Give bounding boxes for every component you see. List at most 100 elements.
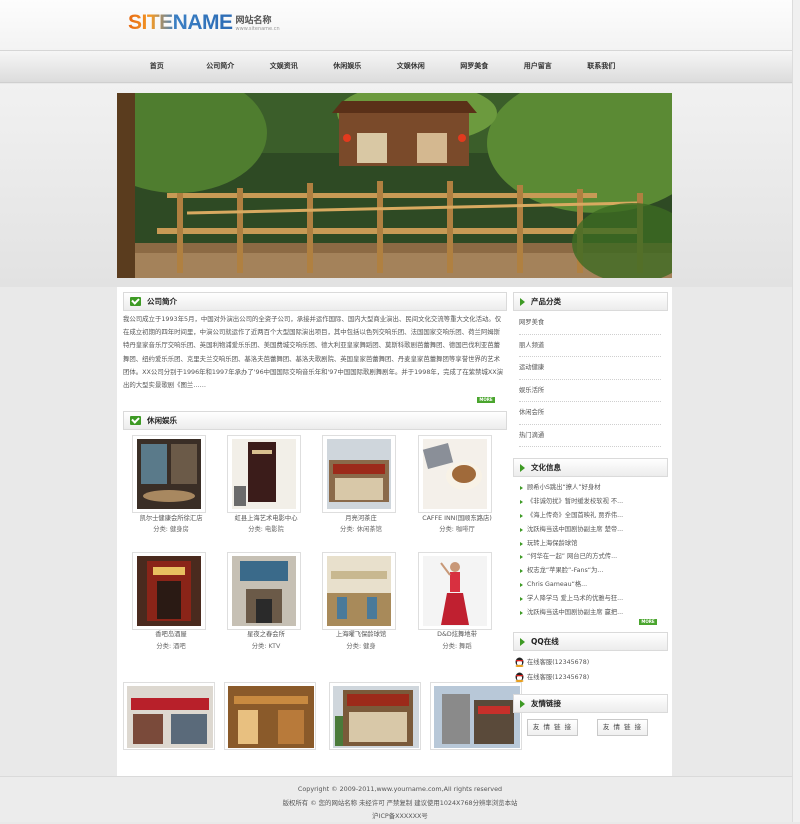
- culture-news-item[interactable]: Chris Gameau“格...: [520, 578, 662, 592]
- bullet-icon: [520, 555, 523, 560]
- nav-item-leisure[interactable]: 休闲娱乐: [316, 51, 380, 82]
- bullet-icon: [520, 610, 523, 615]
- product-category-item[interactable]: 娱乐活所: [519, 380, 661, 402]
- leisure-category-4: 分类: 咖啡厅: [439, 526, 475, 533]
- leisure-category-2: 分类: 电影院: [248, 526, 284, 533]
- culture-news-item[interactable]: 沈跃梅当选中国剧协副主席 楚帝...: [520, 523, 662, 537]
- leisure-name-8[interactable]: D&D炫舞地带: [402, 629, 512, 640]
- nav-item-guestbook[interactable]: 用户留言: [506, 51, 570, 82]
- check-icon: [130, 297, 141, 306]
- culture-news-item[interactable]: “何华在一起” 网台已的方式传...: [520, 550, 662, 564]
- main-nav: 首页 公司简介 文娱资讯 休闲娱乐 文娱休闲 网罗美食 用户留言 联系我们: [0, 50, 800, 83]
- leisure-category-3: 分类: 休闲茶馆: [340, 526, 382, 533]
- product-category-item[interactable]: 运动健康: [519, 357, 661, 380]
- culture-news-item[interactable]: 《非诚勿扰》暂时缓发校软视 不...: [520, 495, 662, 509]
- culture-news-item[interactable]: 《海上传奇》全国首映礼 贾乔伟...: [520, 509, 662, 523]
- intro-header: 公司简介: [123, 292, 507, 311]
- leisure-name-2[interactable]: 虹县上海艺术电影中心: [211, 513, 321, 524]
- qq-penguin-icon: [514, 671, 525, 682]
- nav-item-about[interactable]: 公司简介: [189, 51, 253, 82]
- friend-link-button[interactable]: 友 情 链 接: [597, 719, 648, 736]
- culture-header: 文化信息: [513, 458, 668, 477]
- bullet-icon: [520, 597, 523, 602]
- leisure-category-6: 分类: KTV: [251, 643, 281, 650]
- culture-news-item[interactable]: 权志龙“苹果脸”-Fans“为...: [520, 564, 662, 578]
- product-category-item[interactable]: 丽人频道: [519, 335, 661, 357]
- culture-more-button[interactable]: MORE: [639, 619, 657, 625]
- leisure-category-7: 分类: 健身: [346, 643, 376, 650]
- product-category-item[interactable]: 网罗美食: [519, 312, 661, 335]
- bullet-icon: [520, 499, 523, 504]
- leisure-name-7[interactable]: 上海曜飞保龄球馆: [306, 629, 416, 640]
- qq-title: QQ在线: [531, 637, 559, 646]
- culture-news-item[interactable]: 学人降学马 爱上马术的优雅与狂...: [520, 592, 662, 606]
- leisure-category-1: 分类: 健身房: [153, 526, 189, 533]
- culture-news-list: 顾希小S跳出“撩人”好身材 《非诚勿扰》暂时缓发校软视 不... 《海上传奇》全…: [520, 481, 662, 620]
- check-icon: [130, 416, 141, 425]
- bullet-icon: [520, 513, 523, 518]
- leisure-category-8: 分类: 舞蹈: [442, 643, 472, 650]
- logo-text: SITENAME: [128, 11, 233, 34]
- culture-title: 文化信息: [531, 463, 561, 472]
- bullet-icon: [520, 485, 523, 490]
- leisure-name-5[interactable]: 香吧岛酒屋: [116, 629, 226, 640]
- leisure-header: 休闲娱乐: [123, 411, 507, 430]
- qq-penguin-icon: [514, 656, 525, 667]
- leisure-title: 休闲娱乐: [147, 416, 177, 425]
- leisure-thumb-1[interactable]: [132, 435, 206, 513]
- intro-more-button[interactable]: MORE: [477, 397, 495, 403]
- bullet-icon: [520, 541, 523, 546]
- product-category-item[interactable]: 休闲会所: [519, 402, 661, 425]
- scrollbar[interactable]: [792, 0, 800, 822]
- leisure-name-1[interactable]: 凯尔士健康会所徐汇店: [116, 513, 226, 524]
- leisure-thumb-5[interactable]: [132, 552, 206, 630]
- culture-news-item[interactable]: 玩转上海保龄球馆: [520, 537, 662, 551]
- nav-item-culture-leisure[interactable]: 文娱休闲: [379, 51, 443, 82]
- bullet-icon: [520, 527, 523, 532]
- nav-item-contact[interactable]: 联系我们: [570, 51, 634, 82]
- nav-item-news[interactable]: 文娱资讯: [252, 51, 316, 82]
- product-category-list: 网罗美食 丽人频道 运动健康 娱乐活所 休闲会所 热门滴通: [519, 312, 661, 447]
- nav-item-home[interactable]: 首页: [125, 51, 189, 82]
- arrow-right-icon: [520, 699, 525, 708]
- leisure-thumb-4[interactable]: [418, 435, 492, 513]
- arrow-right-icon: [520, 297, 525, 306]
- qq-online-item[interactable]: 在线客服(12345678): [514, 655, 589, 667]
- bullet-icon: [520, 569, 523, 574]
- logo-chinese-name: 网站名称: [235, 16, 272, 26]
- leisure-category-5: 分类: 酒吧: [156, 643, 186, 650]
- logo-url: www.sitename.cn: [235, 26, 280, 32]
- culture-news-item[interactable]: 顾希小S跳出“撩人”好身材: [520, 481, 662, 495]
- leisure-name-3[interactable]: 月亮河茶庄: [306, 513, 416, 524]
- products-title: 产品分类: [531, 297, 561, 306]
- photo-strip-1[interactable]: [123, 682, 215, 750]
- product-category-item[interactable]: 热门滴通: [519, 425, 661, 447]
- leisure-thumb-7[interactable]: [322, 552, 396, 630]
- photo-strip-3[interactable]: [329, 682, 421, 750]
- links-title: 友情链接: [531, 699, 561, 708]
- banner-image: [117, 93, 672, 278]
- arrow-right-icon: [520, 463, 525, 472]
- photo-strip-2[interactable]: [224, 682, 316, 750]
- qq-header: QQ在线: [513, 632, 668, 651]
- leisure-name-4[interactable]: CAFFE INN(国顺东路店): [402, 513, 512, 524]
- qq-online-item[interactable]: 在线客服(12345678): [514, 670, 589, 682]
- culture-news-item[interactable]: 沈跃梅当选中国剧协副主席 赢把...: [520, 606, 662, 620]
- footer-copyright: Copyright © 2009-2011,www.yourname.com,A…: [297, 785, 503, 793]
- site-logo[interactable]: SITENAME 网站名称 www.sitename.cn: [128, 8, 280, 34]
- nav-item-food[interactable]: 网罗美食: [443, 51, 507, 82]
- photo-strip-4[interactable]: [430, 682, 522, 750]
- intro-title: 公司简介: [147, 297, 177, 306]
- friend-link-button[interactable]: 友 情 链 接: [527, 719, 578, 736]
- footer-icp: 沪ICP备XXXXXX号: [372, 812, 428, 820]
- footer-rights: 版权所有 © 您的网站名称 未经许可 严禁复制 建议使用1024X768分辨率浏…: [282, 798, 518, 807]
- site-header: SITENAME 网站名称 www.sitename.cn: [0, 0, 800, 50]
- bullet-icon: [520, 583, 523, 588]
- intro-text: 我公司成立于1993年5月，中国对外演出公司的全资子公司，承接并运作国际、国内大…: [123, 315, 504, 390]
- leisure-thumb-3[interactable]: [322, 435, 396, 513]
- leisure-name-6[interactable]: 星夜之春会所: [211, 629, 321, 640]
- leisure-thumb-6[interactable]: [227, 552, 301, 630]
- leisure-thumb-8[interactable]: [418, 552, 492, 630]
- leisure-thumb-2[interactable]: [227, 435, 301, 513]
- products-header: 产品分类: [513, 292, 668, 311]
